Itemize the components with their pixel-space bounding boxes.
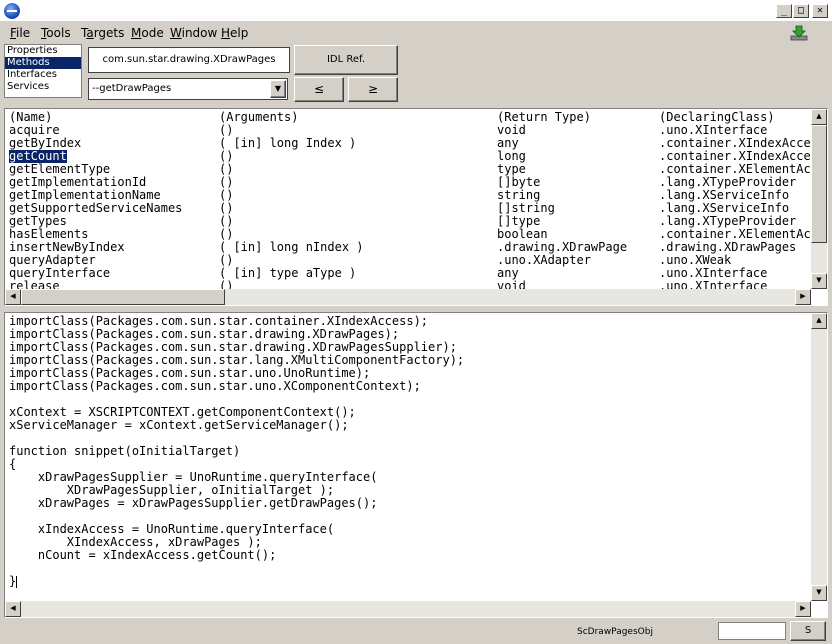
methods-scroll-up-icon[interactable]: ▲	[811, 109, 827, 125]
cell-arguments: ( [in] long nIndex )	[219, 240, 364, 254]
menu-window-label: indow	[181, 26, 218, 40]
cell-declaring-class: .lang.XTypeProvider	[659, 215, 797, 228]
code-line: xServiceManager = xContext.getServiceMan…	[9, 418, 349, 432]
idl-ref-button[interactable]: IDL Ref.	[294, 45, 398, 75]
code-scroll-down-icon[interactable]: ▼	[811, 585, 827, 601]
menu-help-label: elp	[230, 26, 249, 40]
text-caret	[16, 575, 18, 588]
menu-targets-accel: a	[86, 26, 94, 40]
menu-mode-accel: M	[131, 26, 142, 40]
category-list[interactable]: Properties Methods Interfaces Services	[4, 44, 82, 98]
cell-arguments: ( [in] type aType )	[219, 266, 357, 280]
title-bar[interactable]: _ □ ✕	[0, 0, 832, 22]
code-hscroll-track[interactable]	[5, 601, 811, 617]
menu-file-label: ile	[16, 26, 31, 40]
category-properties[interactable]: Properties	[5, 45, 81, 57]
menu-file[interactable]: File	[10, 26, 30, 40]
cell-declaring-class: .container.XIndexAccess	[659, 137, 819, 150]
cell-declaring-class: .uno.XWeak	[659, 254, 732, 267]
menu-tools-label: ools	[46, 26, 71, 40]
status-s-button[interactable]: S	[790, 621, 826, 641]
cell-declaring-class: .lang.XServiceInfo	[659, 189, 790, 202]
methods-scroll-left-icon[interactable]: ◀	[5, 289, 21, 305]
methods-vscroll-thumb[interactable]	[811, 125, 827, 243]
code-line: function snippet(oInitialTarget)	[9, 444, 241, 458]
menu-mode[interactable]: Mode	[131, 26, 164, 40]
method-combo[interactable]: --getDrawPages	[88, 78, 288, 100]
close-button[interactable]: ✕	[812, 4, 828, 18]
methods-scroll-down-icon[interactable]: ▼	[811, 273, 827, 289]
code-text[interactable]: importClass(Packages.com.sun.star.contai…	[9, 315, 464, 588]
code-line: nCount = xIndexAccess.getCount();	[9, 548, 277, 562]
cell-arguments: ( [in] long Index )	[219, 136, 357, 150]
header-declaring-class[interactable]: (DeclaringClass)	[659, 111, 819, 124]
cell-declaring-class: .lang.XServiceInfo	[659, 202, 790, 215]
status-object-name: ScDrawPagesObj	[577, 627, 653, 637]
methods-table-panel: (Name) (Arguments) (Return Type) (Declar…	[4, 108, 828, 306]
cell-declaring-class: .lang.XTypeProvider	[659, 176, 797, 189]
code-editor[interactable]: importClass(Packages.com.sun.star.contai…	[4, 312, 828, 618]
menu-tools[interactable]: Tools	[41, 26, 71, 40]
minimize-button[interactable]: _	[776, 4, 792, 18]
methods-hscroll-thumb[interactable]	[21, 289, 225, 305]
combo-dropdown-arrow-icon[interactable]: ▼	[270, 80, 286, 98]
maximize-button[interactable]: □	[793, 4, 809, 18]
code-vscroll-track[interactable]	[811, 313, 827, 601]
next-button[interactable]: ≥	[348, 77, 398, 102]
cell-declaring-class: .container.XElementAccess	[659, 228, 819, 241]
menu-help[interactable]: Help	[221, 26, 248, 40]
menu-window[interactable]: Window	[170, 26, 217, 40]
menu-help-accel: H	[221, 26, 231, 40]
download-icon[interactable]	[790, 25, 808, 41]
interface-name-field[interactable]: com.sun.star.drawing.XDrawPages	[88, 47, 290, 73]
cell-declaring-class: .container.XElementAccess	[659, 163, 819, 176]
category-services[interactable]: Services	[5, 81, 81, 93]
app-icon[interactable]	[4, 3, 20, 19]
code-scroll-right-icon[interactable]: ▶	[795, 601, 811, 617]
methods-scroll-right-icon[interactable]: ▶	[795, 289, 811, 305]
status-field[interactable]	[718, 622, 786, 640]
category-methods[interactable]: Methods	[5, 57, 81, 69]
previous-button[interactable]: ≤	[294, 77, 344, 102]
menu-bar: File Tools Targets Mode Window Help	[0, 22, 832, 44]
menu-targets[interactable]: Targets	[81, 26, 124, 40]
code-scroll-up-icon[interactable]: ▲	[811, 313, 827, 329]
cell-declaring-class: .uno.XInterface	[659, 124, 768, 137]
menu-targets-label: rgets	[93, 26, 125, 40]
code-scroll-left-icon[interactable]: ◀	[5, 601, 21, 617]
cell-declaring-class: .uno.XInterface	[659, 267, 768, 280]
menu-window-accel: W	[170, 26, 182, 40]
cell-declaring-class: .container.XIndexAccess	[659, 150, 819, 163]
code-line: xDrawPages = xDrawPagesSupplier.getDrawP…	[9, 496, 378, 510]
code-line: }	[9, 574, 18, 588]
menu-mode-label: ode	[141, 26, 164, 40]
cell-declaring-class: .drawing.XDrawPages	[659, 241, 797, 254]
category-interfaces[interactable]: Interfaces	[5, 69, 81, 81]
code-line: importClass(Packages.com.sun.star.uno.XC…	[9, 379, 421, 393]
